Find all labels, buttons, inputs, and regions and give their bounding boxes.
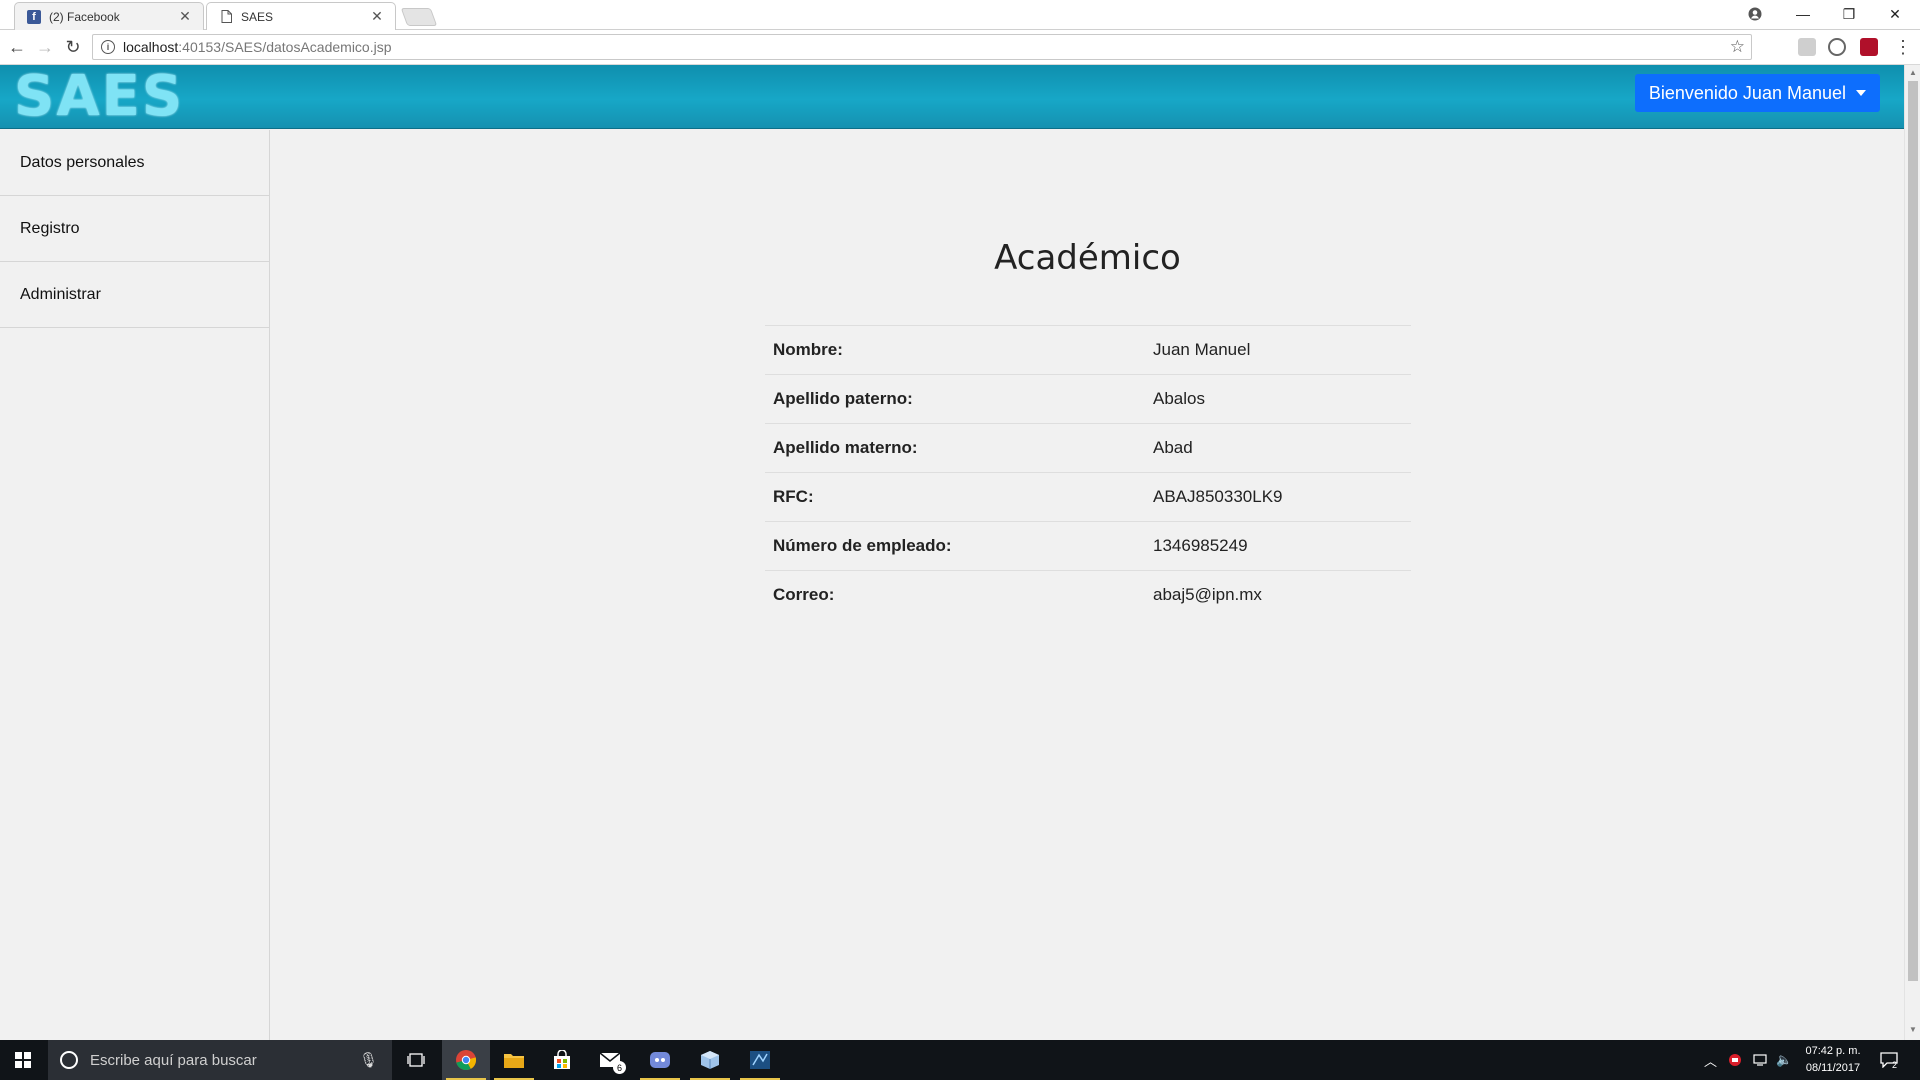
restore-button[interactable]: ❐ bbox=[1826, 0, 1872, 28]
page-title: Académico bbox=[994, 238, 1181, 278]
back-button[interactable]: ← bbox=[4, 34, 30, 60]
caret-down-icon bbox=[1856, 90, 1866, 96]
extension-eye-icon[interactable] bbox=[1828, 38, 1846, 56]
extension-flag-icon[interactable] bbox=[1860, 38, 1878, 56]
chrome-menu-icon[interactable]: ⋮ bbox=[1890, 34, 1916, 60]
field-value: ABAJ850330LK9 bbox=[1153, 487, 1283, 506]
extension-icon[interactable] bbox=[1798, 38, 1816, 56]
sidebar-item-label: Registro bbox=[20, 219, 80, 237]
windows-icon bbox=[15, 1052, 31, 1068]
taskbar-file-explorer[interactable] bbox=[490, 1040, 538, 1080]
cortana-icon bbox=[60, 1051, 78, 1069]
main-content: Académico Nombre: Juan Manuel Apellido p… bbox=[271, 130, 1904, 1040]
search-placeholder: Escribe aquí para buscar bbox=[90, 1051, 257, 1069]
tab-title: (2) Facebook bbox=[49, 9, 120, 24]
mail-badge: 6 bbox=[613, 1061, 626, 1074]
table-row: Apellido materno: Abad bbox=[765, 423, 1411, 473]
minimize-button[interactable]: — bbox=[1780, 0, 1826, 28]
tray-network-icon[interactable] bbox=[1752, 1040, 1768, 1080]
scroll-down-icon[interactable]: ▼ bbox=[1909, 1025, 1917, 1034]
tray-volume-icon[interactable]: 🔈 bbox=[1776, 1040, 1792, 1080]
browser-toolbar: ← → ↻ i localhost:40153/SAES/datosAcadem… bbox=[0, 30, 1920, 65]
academic-info-table: Nombre: Juan Manuel Apellido paterno: Ab… bbox=[765, 325, 1411, 620]
start-button[interactable] bbox=[0, 1040, 46, 1080]
profile-icon[interactable] bbox=[1732, 0, 1778, 28]
taskbar-virtualbox[interactable] bbox=[686, 1040, 734, 1080]
user-menu-label: Bienvenido Juan Manuel bbox=[1648, 82, 1846, 103]
address-bar[interactable]: i localhost:40153/SAES/datosAcademico.js… bbox=[92, 34, 1752, 60]
saes-logo[interactable]: SAES bbox=[14, 69, 184, 125]
taskbar-chrome[interactable] bbox=[442, 1040, 490, 1080]
taskbar-store[interactable] bbox=[538, 1040, 586, 1080]
discord-icon bbox=[650, 1052, 670, 1068]
tab-saes[interactable]: SAES ✕ bbox=[206, 2, 396, 30]
reload-button[interactable]: ↻ bbox=[60, 34, 86, 60]
field-label: Apellido materno: bbox=[773, 438, 918, 457]
sidebar-item-administrar[interactable]: Administrar bbox=[0, 262, 269, 328]
tab-title: SAES bbox=[241, 9, 274, 24]
tray-chevron-up-icon[interactable]: ︿ bbox=[1704, 1040, 1717, 1080]
user-menu-button[interactable]: Bienvenido Juan Manuel bbox=[1634, 74, 1880, 112]
page-scrollbar[interactable]: ▲ ▼ bbox=[1904, 65, 1920, 1040]
web-page: SAES Bienvenido Juan Manuel Datos person… bbox=[0, 65, 1904, 1040]
page-icon bbox=[219, 10, 233, 24]
tray-antivirus-icon[interactable] bbox=[1728, 1040, 1742, 1080]
url-path: :40153/SAES/datosAcademico.jsp bbox=[178, 39, 392, 55]
windows-taskbar: Escribe aquí para buscar 🎙 6 ︿ 🔈 07:42 p bbox=[0, 1040, 1920, 1080]
ide-icon bbox=[750, 1051, 770, 1069]
field-label: Correo: bbox=[773, 585, 835, 605]
folder-icon bbox=[504, 1054, 524, 1068]
browser-tabstrip: f (2) Facebook ✕ SAES ✕ — ❐ ✕ bbox=[0, 0, 1920, 30]
sidebar-item-registro[interactable]: Registro bbox=[0, 196, 269, 262]
field-value: Juan Manuel bbox=[1153, 340, 1251, 359]
scrollbar-thumb[interactable] bbox=[1908, 81, 1918, 981]
chrome-icon bbox=[456, 1050, 477, 1071]
close-window-button[interactable]: ✕ bbox=[1872, 0, 1918, 28]
taskbar-discord[interactable] bbox=[636, 1040, 684, 1080]
facebook-icon: f bbox=[27, 9, 41, 24]
microphone-icon[interactable]: 🎙 bbox=[359, 1051, 378, 1069]
close-icon[interactable]: ✕ bbox=[177, 8, 193, 25]
notification-count: 2 bbox=[1892, 1060, 1898, 1070]
url-host: localhost bbox=[123, 39, 179, 55]
field-value: Abad bbox=[1153, 438, 1193, 457]
taskbar-clock[interactable]: 07:42 p. m. 08/11/2017 bbox=[1794, 1043, 1872, 1077]
taskbar-netbeans[interactable] bbox=[736, 1040, 784, 1080]
tab-facebook[interactable]: f (2) Facebook ✕ bbox=[14, 2, 204, 30]
sidebar-item-datos-personales[interactable]: Datos personales bbox=[0, 130, 269, 196]
store-bag-icon bbox=[554, 1050, 570, 1069]
sidebar-item-label: Administrar bbox=[20, 285, 101, 303]
taskbar-mail[interactable]: 6 bbox=[586, 1040, 634, 1080]
table-row: RFC: ABAJ850330LK9 bbox=[765, 472, 1411, 522]
table-row: Nombre: Juan Manuel bbox=[765, 325, 1411, 375]
sidebar: Datos personales Registro Administrar bbox=[0, 130, 270, 1040]
table-row: Número de empleado: 1346985249 bbox=[765, 521, 1411, 571]
scroll-up-icon[interactable]: ▲ bbox=[1909, 68, 1917, 77]
table-row: Apellido paterno: Abalos bbox=[765, 374, 1411, 424]
top-navbar: SAES Bienvenido Juan Manuel bbox=[0, 65, 1904, 129]
taskbar-search[interactable]: Escribe aquí para buscar 🎙 bbox=[48, 1040, 392, 1080]
field-label: Número de empleado: bbox=[773, 536, 952, 555]
field-label: Apellido paterno: bbox=[773, 389, 913, 408]
field-value: abaj5@ipn.mx bbox=[1153, 585, 1262, 605]
info-icon[interactable]: i bbox=[101, 40, 115, 54]
cube-icon bbox=[701, 1051, 719, 1069]
clock-date: 08/11/2017 bbox=[1805, 1062, 1861, 1074]
close-icon[interactable]: ✕ bbox=[369, 8, 385, 25]
field-value: 1346985249 bbox=[1153, 536, 1248, 555]
action-center-icon[interactable]: 2 bbox=[1880, 1040, 1898, 1080]
bookmark-star-icon[interactable]: ☆ bbox=[1730, 37, 1745, 57]
task-view-button[interactable] bbox=[392, 1040, 440, 1080]
clock-time: 07:42 p. m. bbox=[1805, 1045, 1861, 1057]
new-tab-button[interactable] bbox=[400, 8, 438, 26]
table-row: Correo: abaj5@ipn.mx bbox=[765, 570, 1411, 620]
field-value: Abalos bbox=[1153, 389, 1205, 408]
field-label: RFC: bbox=[773, 487, 814, 506]
field-label: Nombre: bbox=[773, 340, 843, 359]
forward-button[interactable]: → bbox=[32, 34, 58, 60]
sidebar-item-label: Datos personales bbox=[20, 153, 145, 171]
